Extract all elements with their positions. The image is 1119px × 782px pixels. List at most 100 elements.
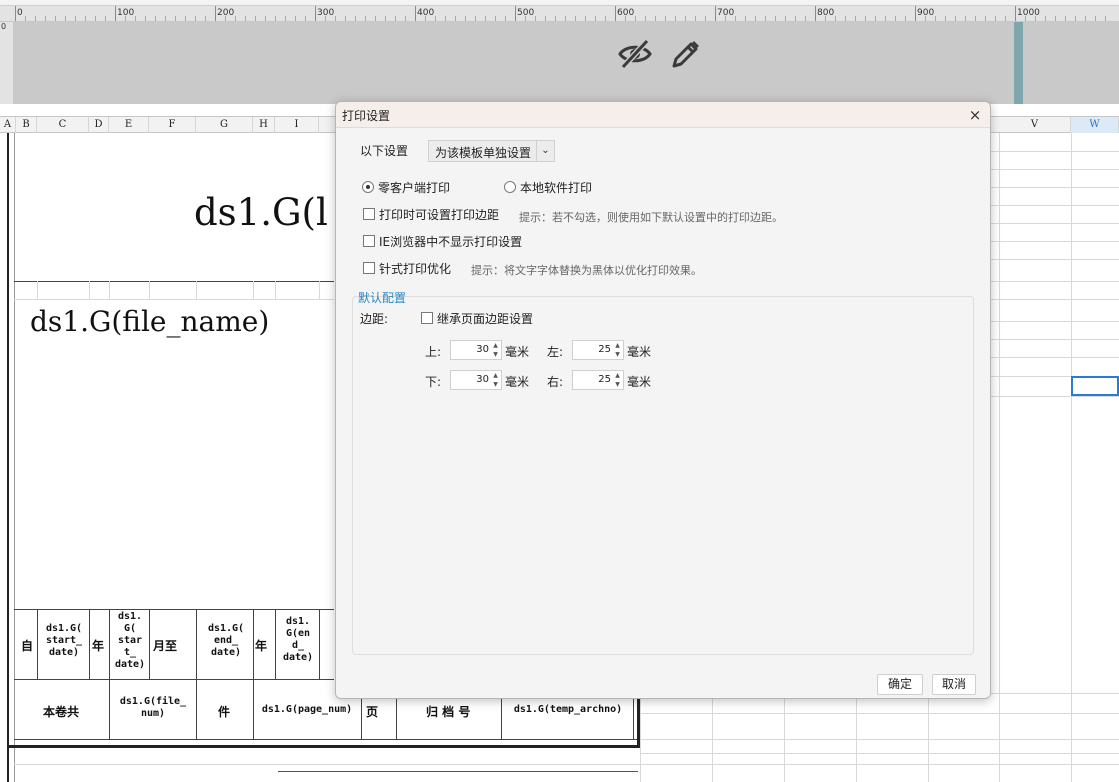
stepper-arrows-icon[interactable]: ▲ ▼ [490,371,501,389]
hint-dot-matrix: 提示：将文字字体替换为黑体以优化打印效果。 [471,264,702,277]
eye-slash-icon[interactable] [617,38,653,70]
cell-ben-juan-gong[interactable]: 本卷共 [43,703,79,720]
page-boundary-marker[interactable] [1014,22,1023,104]
checkbox-dot-matrix[interactable] [363,262,375,274]
radio-zero-client-print[interactable] [362,181,374,193]
bottom-margin-value: 30 [476,374,489,385]
file-name-formula-cell[interactable]: ds1.G(file_name) [30,305,269,338]
ruler-major-tick [215,6,216,21]
right-margin-stepper[interactable]: 25 ▲ ▼ [572,370,624,390]
checkbox-dot-matrix-label[interactable]: 针式打印优化 [379,260,451,277]
left-margin-stepper[interactable]: 25 ▲ ▼ [572,340,624,360]
ruler-major-tick [15,6,16,21]
column-header-e[interactable]: E [109,117,149,133]
top-margin-value: 30 [476,344,489,355]
stepper-arrows-icon[interactable]: ▲ ▼ [612,371,623,389]
grid-vline [109,281,110,299]
checkbox-inherit-margin[interactable] [421,312,433,324]
grid-hline [278,771,638,772]
ruler-label: 0 [17,8,23,18]
settings-scope-value: 为该模板单独设置 [435,146,532,160]
radio-local-print[interactable] [504,181,516,193]
settings-scope-select[interactable]: 为该模板单独设置 ⌄ [428,140,555,162]
column-header-f[interactable]: F [149,117,196,133]
grid-hline [640,753,1119,754]
cell-start-t-date[interactable]: ds1. G( star t_ date) [111,611,149,671]
pencil-icon[interactable] [668,38,702,72]
left-margin-label: 左: [547,345,564,359]
ruler-major-tick [915,6,916,21]
cell-nian-1[interactable]: 年 [92,637,104,654]
radio-local-label[interactable]: 本地软件打印 [520,179,592,196]
dialog-body: 以下设置 为该模板单独设置 ⌄ 零客户端打印 本地软件打印 打印时可设置打印边距… [336,128,990,698]
cell-file-num[interactable]: ds1.G(file_ num) [111,696,195,720]
selected-cell[interactable] [1071,376,1119,396]
table-bottom-border [7,745,641,748]
grid-vline [196,609,197,739]
checkbox-set-margin[interactable] [363,208,375,220]
column-header-a[interactable]: A [0,117,16,133]
bottom-margin-unit: 毫米 [505,375,530,389]
hint-margin: 提示：若不勾选，则使用如下默认设置中的打印边距。 [519,211,783,224]
ruler-major-tick [515,6,516,21]
chevron-down-icon[interactable]: ⌄ [536,141,554,161]
right-margin-value: 25 [598,374,611,385]
checkbox-set-margin-label[interactable]: 打印时可设置打印边距 [379,206,499,223]
cell-temp-archno[interactable]: ds1.G(temp_archno) [504,704,632,716]
cell-page-num[interactable]: ds1.G(page_num) [254,704,360,716]
grid-vline [37,281,38,299]
checkbox-ie-hide[interactable] [363,235,375,247]
grid-hline [640,739,1119,740]
checkbox-ie-hide-label[interactable]: IE浏览器中不显示打印设置 [379,233,522,250]
grid-vline [196,281,197,299]
cell-zi[interactable]: 自 [21,637,33,654]
ok-button[interactable]: 确定 [877,674,923,695]
grid-hline [14,679,334,680]
grid-hline [14,764,640,765]
top-margin-stepper[interactable]: 30 ▲ ▼ [450,340,502,360]
close-icon[interactable]: × [966,106,984,124]
bottom-margin-stepper[interactable]: 30 ▲ ▼ [450,370,502,390]
grid-vline [109,609,110,739]
ruler-major-tick [115,6,116,21]
grid-vline [319,281,320,299]
print-settings-dialog: 打印设置 × 以下设置 为该模板单独设置 ⌄ 零客户端打印 本地软件打印 打印时… [335,101,991,699]
grid-vline [319,609,320,679]
column-header-b[interactable]: B [16,117,37,133]
checkbox-inherit-margin-label[interactable]: 继承页面边距设置 [437,310,533,327]
cell-yue-zhi[interactable]: 月至 [153,637,177,654]
grid-hline [14,739,640,740]
column-header-h[interactable]: H [253,117,275,133]
column-header-g[interactable]: G [196,117,253,133]
grid-vline [149,609,150,679]
column-header-i[interactable]: I [275,117,319,133]
cell-ye[interactable]: 页 [366,703,378,720]
grid-hline [640,713,1119,714]
dialog-title: 打印设置 [342,109,391,123]
radio-zero-client-label[interactable]: 零客户端打印 [378,179,450,196]
cell-jian[interactable]: 件 [218,703,230,720]
right-margin-label: 右: [547,375,564,389]
dialog-titlebar[interactable]: 打印设置 × [336,102,990,128]
column-header-w[interactable]: W [1071,117,1119,133]
cell-en-d-date[interactable]: ds1. G(en d_ date) [277,616,319,664]
grid-vline [14,133,15,782]
default-config-section [352,296,974,655]
right-margin-unit: 毫米 [627,375,652,389]
cell-nian-2[interactable]: 年 [255,637,267,654]
stepper-arrows-icon[interactable]: ▲ ▼ [612,341,623,359]
cell-end-date[interactable]: ds1.G( end_ date) [199,623,253,659]
column-header-c[interactable]: C [37,117,89,133]
title-formula-cell[interactable]: ds1.G(l [194,191,328,234]
stepper-arrows-icon[interactable]: ▲ ▼ [490,341,501,359]
cell-start-date[interactable]: ds1.G( start_ date) [40,623,88,659]
cancel-button[interactable]: 取消 [932,674,976,695]
grid-hline [14,299,334,300]
column-header-v[interactable]: V [999,117,1071,133]
horizontal-ruler: 0 100 200 300 400 500 600 700 800 900 1000 [0,0,1119,22]
sheet-left-border [7,133,9,782]
top-margin-label: 上: [425,345,442,359]
margin-label: 边距: [360,312,389,326]
column-header-d[interactable]: D [89,117,109,133]
cell-gui-dang-hao[interactable]: 归 档 号 [426,703,470,720]
